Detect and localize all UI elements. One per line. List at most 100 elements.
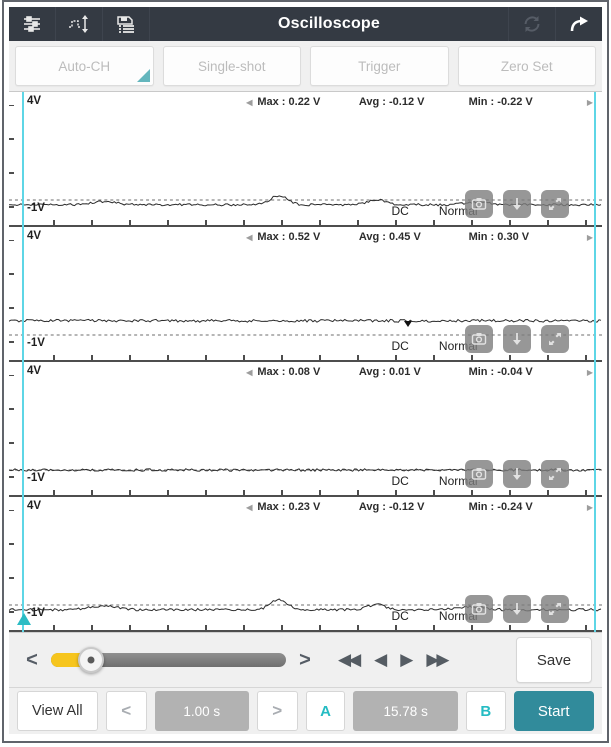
rewind-button[interactable]: ◀◀ xyxy=(332,646,364,674)
max-value: ◀Max : 0.23 V xyxy=(246,501,320,513)
single-shot-button[interactable]: Single-shot xyxy=(163,46,302,86)
chevron-left-icon[interactable]: ◀ xyxy=(246,368,252,377)
camera-icon xyxy=(471,466,487,482)
save-record-button[interactable] xyxy=(103,7,150,41)
fullscreen-icon xyxy=(547,601,563,617)
fullscreen-icon xyxy=(547,331,563,347)
left-cursor-line[interactable] xyxy=(22,92,24,227)
chevron-left-icon[interactable]: ◀ xyxy=(246,503,252,512)
trigger-level-marker-icon[interactable] xyxy=(17,613,31,625)
timebase-decrease-button[interactable]: < xyxy=(106,691,147,731)
refresh-button[interactable] xyxy=(508,7,555,41)
slider-thumb[interactable] xyxy=(78,647,104,673)
camera-icon xyxy=(471,331,487,347)
arrow-down-icon xyxy=(509,466,525,482)
move-down-button[interactable] xyxy=(503,190,531,218)
channel-overlay-buttons xyxy=(465,460,569,488)
channel-panel-2[interactable]: 4V -1V ◀Max : 0.52 V Avg : 0.45 V Min : … xyxy=(9,227,602,362)
tune-icon xyxy=(21,13,43,35)
camera-button[interactable] xyxy=(465,190,493,218)
fullscreen-icon xyxy=(547,466,563,482)
chevron-right-icon[interactable]: ▶ xyxy=(587,98,593,107)
coupling-label: DC xyxy=(391,609,408,623)
right-cursor-line[interactable] xyxy=(594,362,596,497)
camera-icon xyxy=(471,601,487,617)
waveform-scale-button[interactable] xyxy=(56,7,103,41)
move-down-button[interactable] xyxy=(503,325,531,353)
time-axis xyxy=(9,625,602,632)
step-back-button[interactable]: ◀ xyxy=(368,646,390,674)
trigger-label: Trigger xyxy=(358,59,400,74)
time-axis xyxy=(9,355,602,362)
move-down-button[interactable] xyxy=(503,460,531,488)
camera-button[interactable] xyxy=(465,460,493,488)
fullscreen-button[interactable] xyxy=(541,595,569,623)
playback-buttons: ◀◀ ◀ ▶ ▶▶ xyxy=(332,646,452,674)
channel-panel-1[interactable]: 4V -1V ◀Max : 0.22 V Avg : -0.12 V Min :… xyxy=(9,92,602,227)
chevron-left-icon[interactable]: ◀ xyxy=(246,98,252,107)
right-cursor-line[interactable] xyxy=(594,92,596,227)
save-record-icon xyxy=(115,13,137,35)
left-cursor-line[interactable] xyxy=(22,227,24,362)
arrow-down-icon xyxy=(509,196,525,212)
bottom-scale-label: -1V xyxy=(27,202,45,214)
channel-overlay-buttons xyxy=(465,190,569,218)
start-button[interactable]: Start xyxy=(514,691,594,731)
tune-button[interactable] xyxy=(9,7,56,41)
max-value: ◀Max : 0.52 V xyxy=(246,231,320,243)
arrow-down-icon xyxy=(509,331,525,347)
scroll-left-button[interactable]: < xyxy=(19,649,45,672)
cursor-b-button[interactable]: B xyxy=(466,691,505,731)
dropdown-corner-triangle xyxy=(137,69,150,82)
fullscreen-button[interactable] xyxy=(541,190,569,218)
bottom-scale-label: -1V xyxy=(27,472,45,484)
top-scale-label: 4V xyxy=(27,365,41,377)
left-cursor-line[interactable] xyxy=(22,362,24,497)
right-cursor-line[interactable] xyxy=(594,227,596,362)
return-button[interactable] xyxy=(555,7,602,41)
timebase-value[interactable]: 1.00 s xyxy=(155,691,249,731)
fast-forward-button[interactable]: ▶▶ xyxy=(420,646,452,674)
avg-value: Avg : -0.12 V xyxy=(359,96,425,108)
duration-value[interactable]: 15.78 s xyxy=(353,691,458,731)
toolbar: Auto-CH Single-shot Trigger Zero Set xyxy=(9,41,602,91)
coupling-label: DC xyxy=(391,474,408,488)
top-scale-label: 4V xyxy=(27,230,41,242)
voltage-ticks xyxy=(9,497,14,632)
timebase-increase-button[interactable]: > xyxy=(257,691,298,731)
scroll-right-button[interactable]: > xyxy=(292,649,318,672)
trigger-button[interactable]: Trigger xyxy=(310,46,449,86)
chevron-right-icon[interactable]: ▶ xyxy=(587,503,593,512)
right-cursor-line[interactable] xyxy=(594,497,596,632)
return-icon xyxy=(568,13,590,35)
coupling-label: DC xyxy=(391,204,408,218)
step-forward-button[interactable]: ▶ xyxy=(394,646,416,674)
left-cursor-line[interactable] xyxy=(22,497,24,632)
zero-set-button[interactable]: Zero Set xyxy=(458,46,597,86)
view-all-button[interactable]: View All xyxy=(17,691,98,731)
time-axis xyxy=(9,220,602,227)
top-bar: Oscilloscope xyxy=(9,7,602,41)
chevron-right-icon[interactable]: ▶ xyxy=(587,368,593,377)
camera-button[interactable] xyxy=(465,595,493,623)
auto-ch-button[interactable]: Auto-CH xyxy=(15,46,154,86)
chevron-left-icon[interactable]: ◀ xyxy=(246,233,252,242)
channel-panel-4[interactable]: 4V -1V ◀Max : 0.23 V Avg : -0.12 V Min :… xyxy=(9,497,602,632)
channel-list: 4V -1V ◀Max : 0.22 V Avg : -0.12 V Min :… xyxy=(9,91,602,632)
camera-button[interactable] xyxy=(465,325,493,353)
coupling-label: DC xyxy=(391,339,408,353)
top-scale-label: 4V xyxy=(27,95,41,107)
save-button[interactable]: Save xyxy=(516,637,592,683)
trace-marker-icon[interactable] xyxy=(404,321,412,327)
position-slider[interactable] xyxy=(51,653,286,667)
chevron-right-icon[interactable]: ▶ xyxy=(587,233,593,242)
footer-bar: View All < 1.00 s > A 15.78 s B Start xyxy=(9,687,602,734)
camera-icon xyxy=(471,196,487,212)
min-value: Min : 0.30 V xyxy=(469,231,530,243)
fullscreen-button[interactable] xyxy=(541,460,569,488)
cursor-a-button[interactable]: A xyxy=(306,691,345,731)
fullscreen-button[interactable] xyxy=(541,325,569,353)
top-scale-label: 4V xyxy=(27,500,41,512)
channel-panel-3[interactable]: 4V -1V ◀Max : 0.08 V Avg : 0.01 V Min : … xyxy=(9,362,602,497)
move-down-button[interactable] xyxy=(503,595,531,623)
